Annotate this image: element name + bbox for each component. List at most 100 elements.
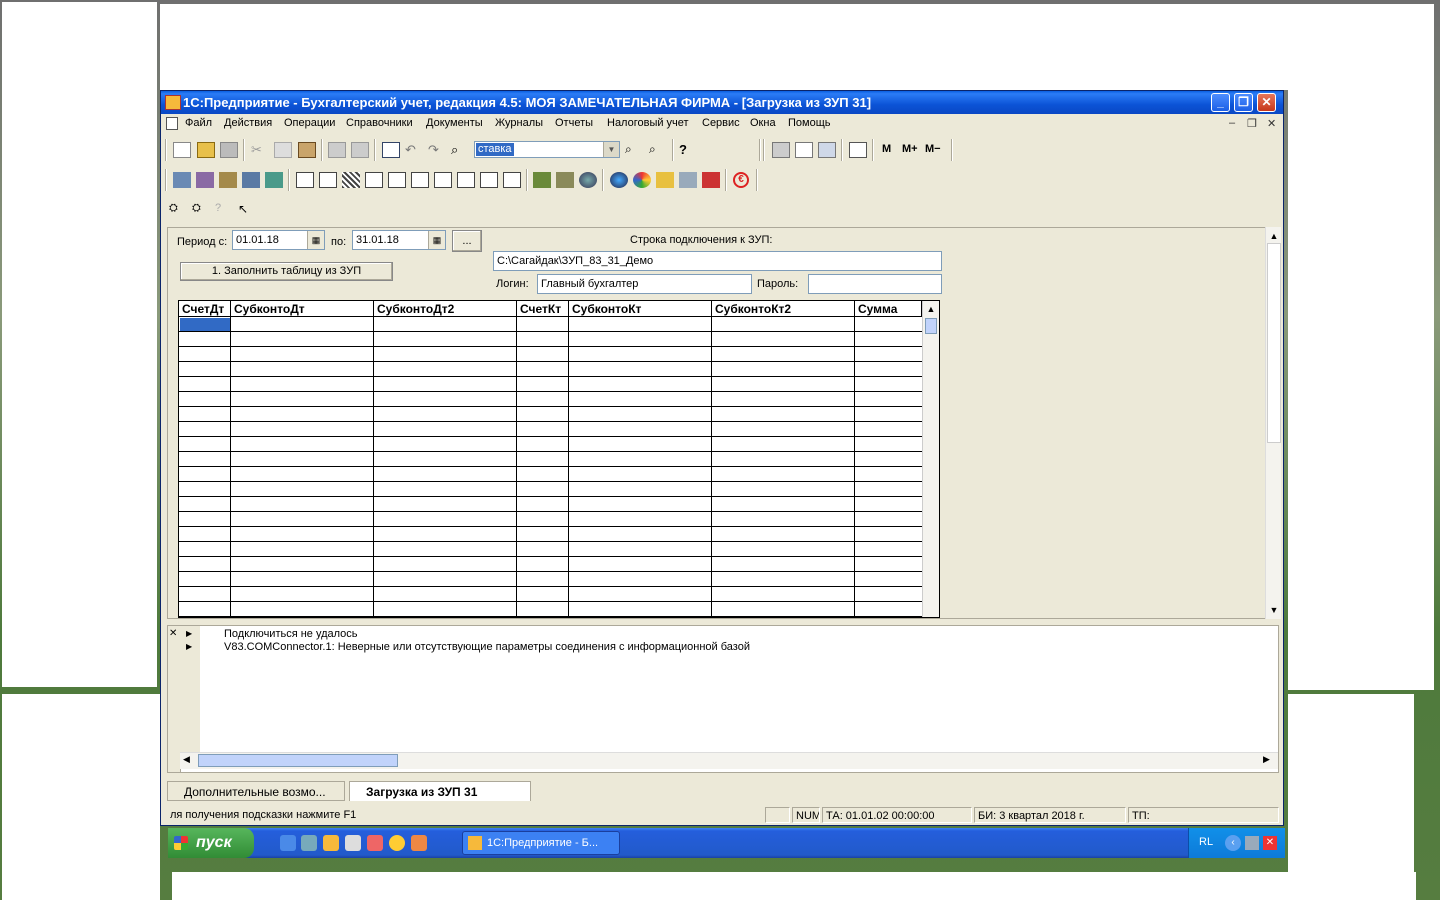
menu-windows[interactable]: Окна xyxy=(750,117,776,129)
calendar-icon[interactable] xyxy=(795,142,813,158)
menu-service[interactable]: Сервис xyxy=(702,117,740,129)
save-icon[interactable] xyxy=(220,142,238,158)
network-icon[interactable] xyxy=(1245,836,1259,850)
find-prev-icon[interactable]: ⌕ xyxy=(649,142,667,158)
explorer-icon[interactable] xyxy=(301,835,317,851)
paste-icon[interactable] xyxy=(298,142,316,158)
1c-icon[interactable] xyxy=(323,835,339,851)
pointer-help-icon[interactable]: ↖ xyxy=(238,202,256,218)
table-row[interactable] xyxy=(179,377,922,392)
edit-icon[interactable] xyxy=(382,142,400,158)
menu-documents[interactable]: Документы xyxy=(426,117,483,129)
table-row[interactable] xyxy=(179,452,922,467)
chevron-right-icon[interactable]: ▶ xyxy=(1263,754,1270,765)
close-button[interactable]: ✕ xyxy=(1257,93,1276,112)
tab-additional[interactable]: Дополнительные возмо... xyxy=(167,781,345,801)
help-icon[interactable]: ? xyxy=(679,142,697,158)
memory-m-button[interactable]: M xyxy=(882,143,891,155)
close-icon[interactable]: ✕ xyxy=(169,628,177,639)
open-icon[interactable] xyxy=(197,142,215,158)
report-1-icon[interactable] xyxy=(296,172,314,188)
taskbar-1c-window[interactable]: 1С:Предприятие - Б... xyxy=(462,831,620,855)
scroll-thumb[interactable] xyxy=(925,318,937,334)
table-row[interactable] xyxy=(179,527,922,542)
language-indicator[interactable]: RL xyxy=(1199,836,1213,848)
column-header[interactable]: СубконтоКт2 xyxy=(712,301,855,317)
menu-reports[interactable]: Отчеты xyxy=(555,117,593,129)
report-10-icon[interactable] xyxy=(503,172,521,188)
document-icon[interactable] xyxy=(166,117,178,130)
scroll-thumb[interactable] xyxy=(1267,243,1281,443)
memory-mplus-button[interactable]: M+ xyxy=(902,143,918,155)
column-header[interactable]: СчетДт xyxy=(179,301,231,317)
report-4-icon[interactable] xyxy=(365,172,383,188)
column-header[interactable]: Сумма xyxy=(855,301,922,317)
calendar-icon[interactable]: ▦ xyxy=(428,231,445,249)
period-from-field[interactable]: 01.01.18 ▦ xyxy=(232,230,325,250)
currency-icon[interactable]: € xyxy=(733,172,749,188)
print-icon[interactable] xyxy=(328,142,346,158)
menu-file[interactable]: Файл xyxy=(185,117,212,129)
period-to-field[interactable]: 31.01.18 ▦ xyxy=(352,230,446,250)
menu-catalogs[interactable]: Справочники xyxy=(346,117,413,129)
globe-icon[interactable] xyxy=(579,172,597,188)
table-row[interactable] xyxy=(179,482,922,497)
journal-icon[interactable] xyxy=(219,172,237,188)
memory-mminus-button[interactable]: M− xyxy=(925,143,941,155)
ie-icon[interactable] xyxy=(280,835,296,851)
binoculars-icon[interactable]: ⌕ xyxy=(451,142,469,158)
table-row[interactable] xyxy=(179,392,922,407)
tab-zup-import[interactable]: Загрузка из ЗУП 31 xyxy=(349,781,531,801)
table-row[interactable] xyxy=(179,497,922,512)
chevron-left-icon[interactable]: ◀ xyxy=(183,754,190,765)
table-row[interactable] xyxy=(179,542,922,557)
user-down-icon[interactable]: ⛭ xyxy=(192,202,210,218)
report-7-icon[interactable] xyxy=(434,172,452,188)
table-row[interactable] xyxy=(179,332,922,347)
copy-icon[interactable] xyxy=(274,142,292,158)
table-row[interactable] xyxy=(179,572,922,587)
message-hscroll[interactable]: ◀ ▶ xyxy=(180,752,1278,769)
print-preview-icon[interactable] xyxy=(351,142,369,158)
chevron-down-icon[interactable]: ▼ xyxy=(1266,603,1282,617)
find-next-icon[interactable]: ⌕ xyxy=(625,142,643,158)
user-up-icon[interactable]: ⛭ xyxy=(169,202,187,218)
column-header[interactable]: СубконтоКт xyxy=(569,301,712,317)
table-row[interactable] xyxy=(179,422,922,437)
selected-cell[interactable] xyxy=(180,318,230,331)
entries-icon[interactable] xyxy=(196,172,214,188)
minimize-button[interactable]: _ xyxy=(1211,93,1230,112)
menu-operations[interactable]: Операции xyxy=(284,117,335,129)
help-disabled-icon[interactable]: ? xyxy=(215,202,233,218)
notepad-icon[interactable] xyxy=(345,835,361,851)
report-5-icon[interactable] xyxy=(388,172,406,188)
bank-icon[interactable] xyxy=(679,172,697,188)
chevron-left-icon[interactable]: ‹ xyxy=(1225,835,1241,851)
mdi-restore-icon[interactable]: ❐ xyxy=(1247,117,1257,130)
postings-table[interactable]: СчетДт СубконтоДт СубконтоДт2 СчетКт Суб… xyxy=(178,300,940,618)
restore-button[interactable]: ❐ xyxy=(1234,93,1253,112)
start-button[interactable]: пуск xyxy=(168,828,254,858)
disk-icon[interactable] xyxy=(610,172,628,188)
report-3-icon[interactable] xyxy=(342,172,360,188)
report-8-icon[interactable] xyxy=(457,172,475,188)
export-icon[interactable] xyxy=(702,172,720,188)
exchange-icon[interactable] xyxy=(656,172,674,188)
undo-icon[interactable]: ↶ xyxy=(405,142,423,158)
tools-icon[interactable] xyxy=(818,142,836,158)
chart-accounts-icon[interactable] xyxy=(173,172,191,188)
report-9-icon[interactable] xyxy=(480,172,498,188)
connection-string-field[interactable]: C:\Сагайдак\ЗУП_83_31_Демо xyxy=(493,251,942,271)
service-2-icon[interactable] xyxy=(556,172,574,188)
table-row[interactable] xyxy=(179,602,922,617)
menu-actions[interactable]: Действия xyxy=(224,117,272,129)
login-field[interactable]: Главный бухгалтер xyxy=(537,274,752,294)
table-row[interactable] xyxy=(179,587,922,602)
report-2-icon[interactable] xyxy=(319,172,337,188)
search-combo[interactable]: ставка ▼ xyxy=(474,141,620,158)
password-field[interactable] xyxy=(808,274,942,294)
menu-help[interactable]: Помощь xyxy=(788,117,831,129)
app-icon[interactable] xyxy=(411,835,427,851)
operations-icon[interactable] xyxy=(242,172,260,188)
menu-tax[interactable]: Налоговый учет xyxy=(607,117,689,129)
